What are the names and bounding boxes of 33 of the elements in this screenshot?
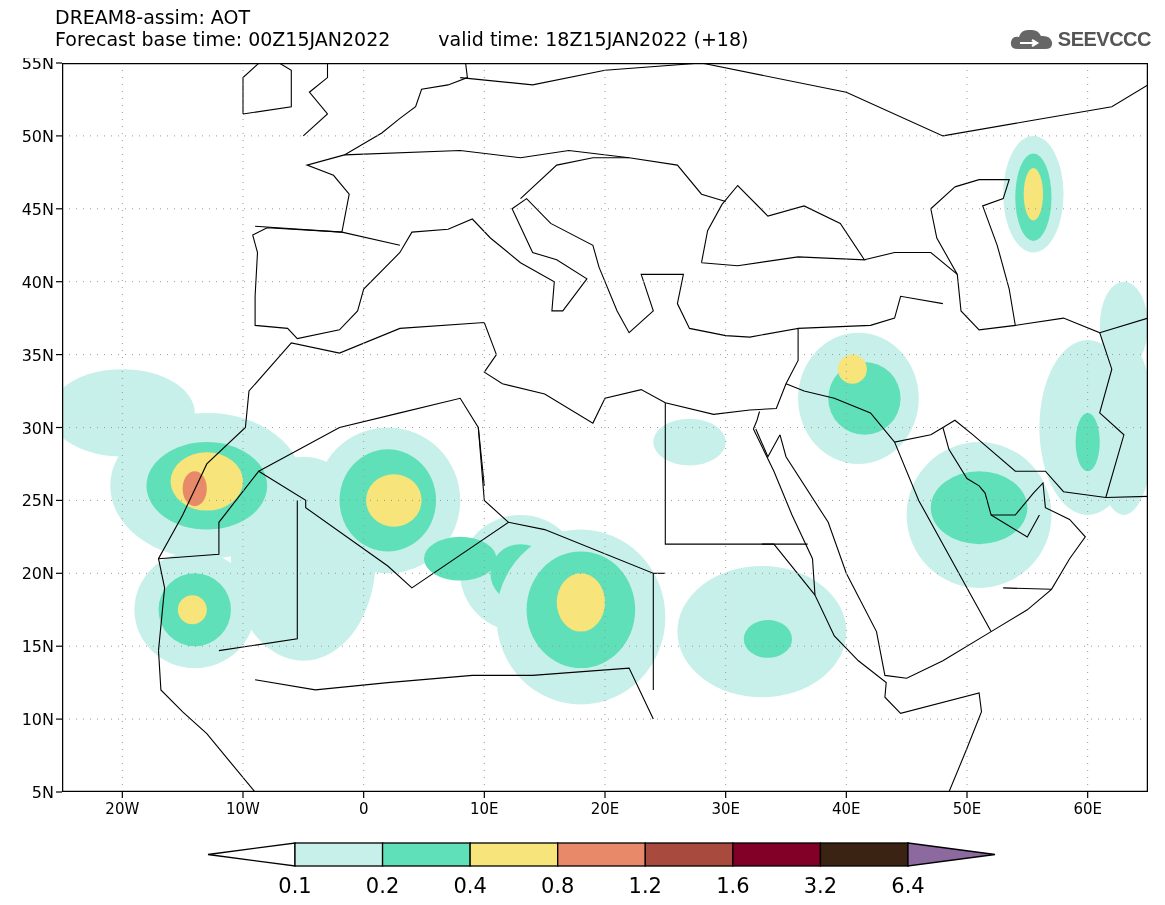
y-axis-tick-label: 35N [21, 345, 54, 365]
x-axis-tick-label: 40E [832, 800, 861, 818]
y-axis-tick-label: 40N [21, 272, 54, 292]
logo-text: SEEVCCC [1057, 28, 1151, 50]
colorbar-label: 1.6 [716, 874, 750, 898]
y-axis-tick-label: 30N [21, 418, 54, 438]
valid-time-label: valid time: 18Z15JAN2022 (+18) [438, 28, 749, 50]
x-axis-tick-label: 10W [226, 800, 260, 818]
y-axis-tick-label: 5N [31, 783, 54, 802]
y-axis-tick-label: 55N [21, 58, 54, 73]
y-axis-tick-label: 10N [21, 710, 54, 730]
y-axis-tick-label: 25N [21, 491, 54, 511]
colorbar-label: 0.8 [541, 874, 575, 898]
chart-title: DREAM8-assim: AOT [55, 6, 251, 28]
x-axis-tick-label: 50E [952, 800, 982, 818]
cloud-icon [1009, 27, 1054, 51]
x-axis-tick-label: 10E [470, 800, 499, 818]
y-axis-tick-label: 20N [21, 564, 54, 584]
colorbar-label: 0.2 [365, 874, 400, 898]
y-axis-tick-label: 15N [21, 637, 54, 657]
colorbar-label: 3.2 [803, 874, 838, 898]
colorbar-label: 0.1 [278, 874, 312, 898]
x-axis-tick-label: 30E [711, 800, 740, 818]
x-axis-tick-label: 20E [590, 800, 620, 818]
colorbar-label: 1.2 [628, 874, 662, 898]
base-time-label: Forecast base time: 00Z15JAN2022 [55, 28, 391, 50]
colorbar-label: 6.4 [891, 874, 925, 898]
colorbar-label: 0.4 [453, 874, 487, 898]
y-axis-tick-label: 50N [21, 126, 54, 146]
x-axis-tick-label: 20W [105, 800, 140, 818]
x-axis-tick-label: 0 [358, 800, 369, 818]
y-axis-tick-label: 45N [21, 199, 54, 219]
x-axis-tick-label: 60E [1073, 800, 1102, 818]
